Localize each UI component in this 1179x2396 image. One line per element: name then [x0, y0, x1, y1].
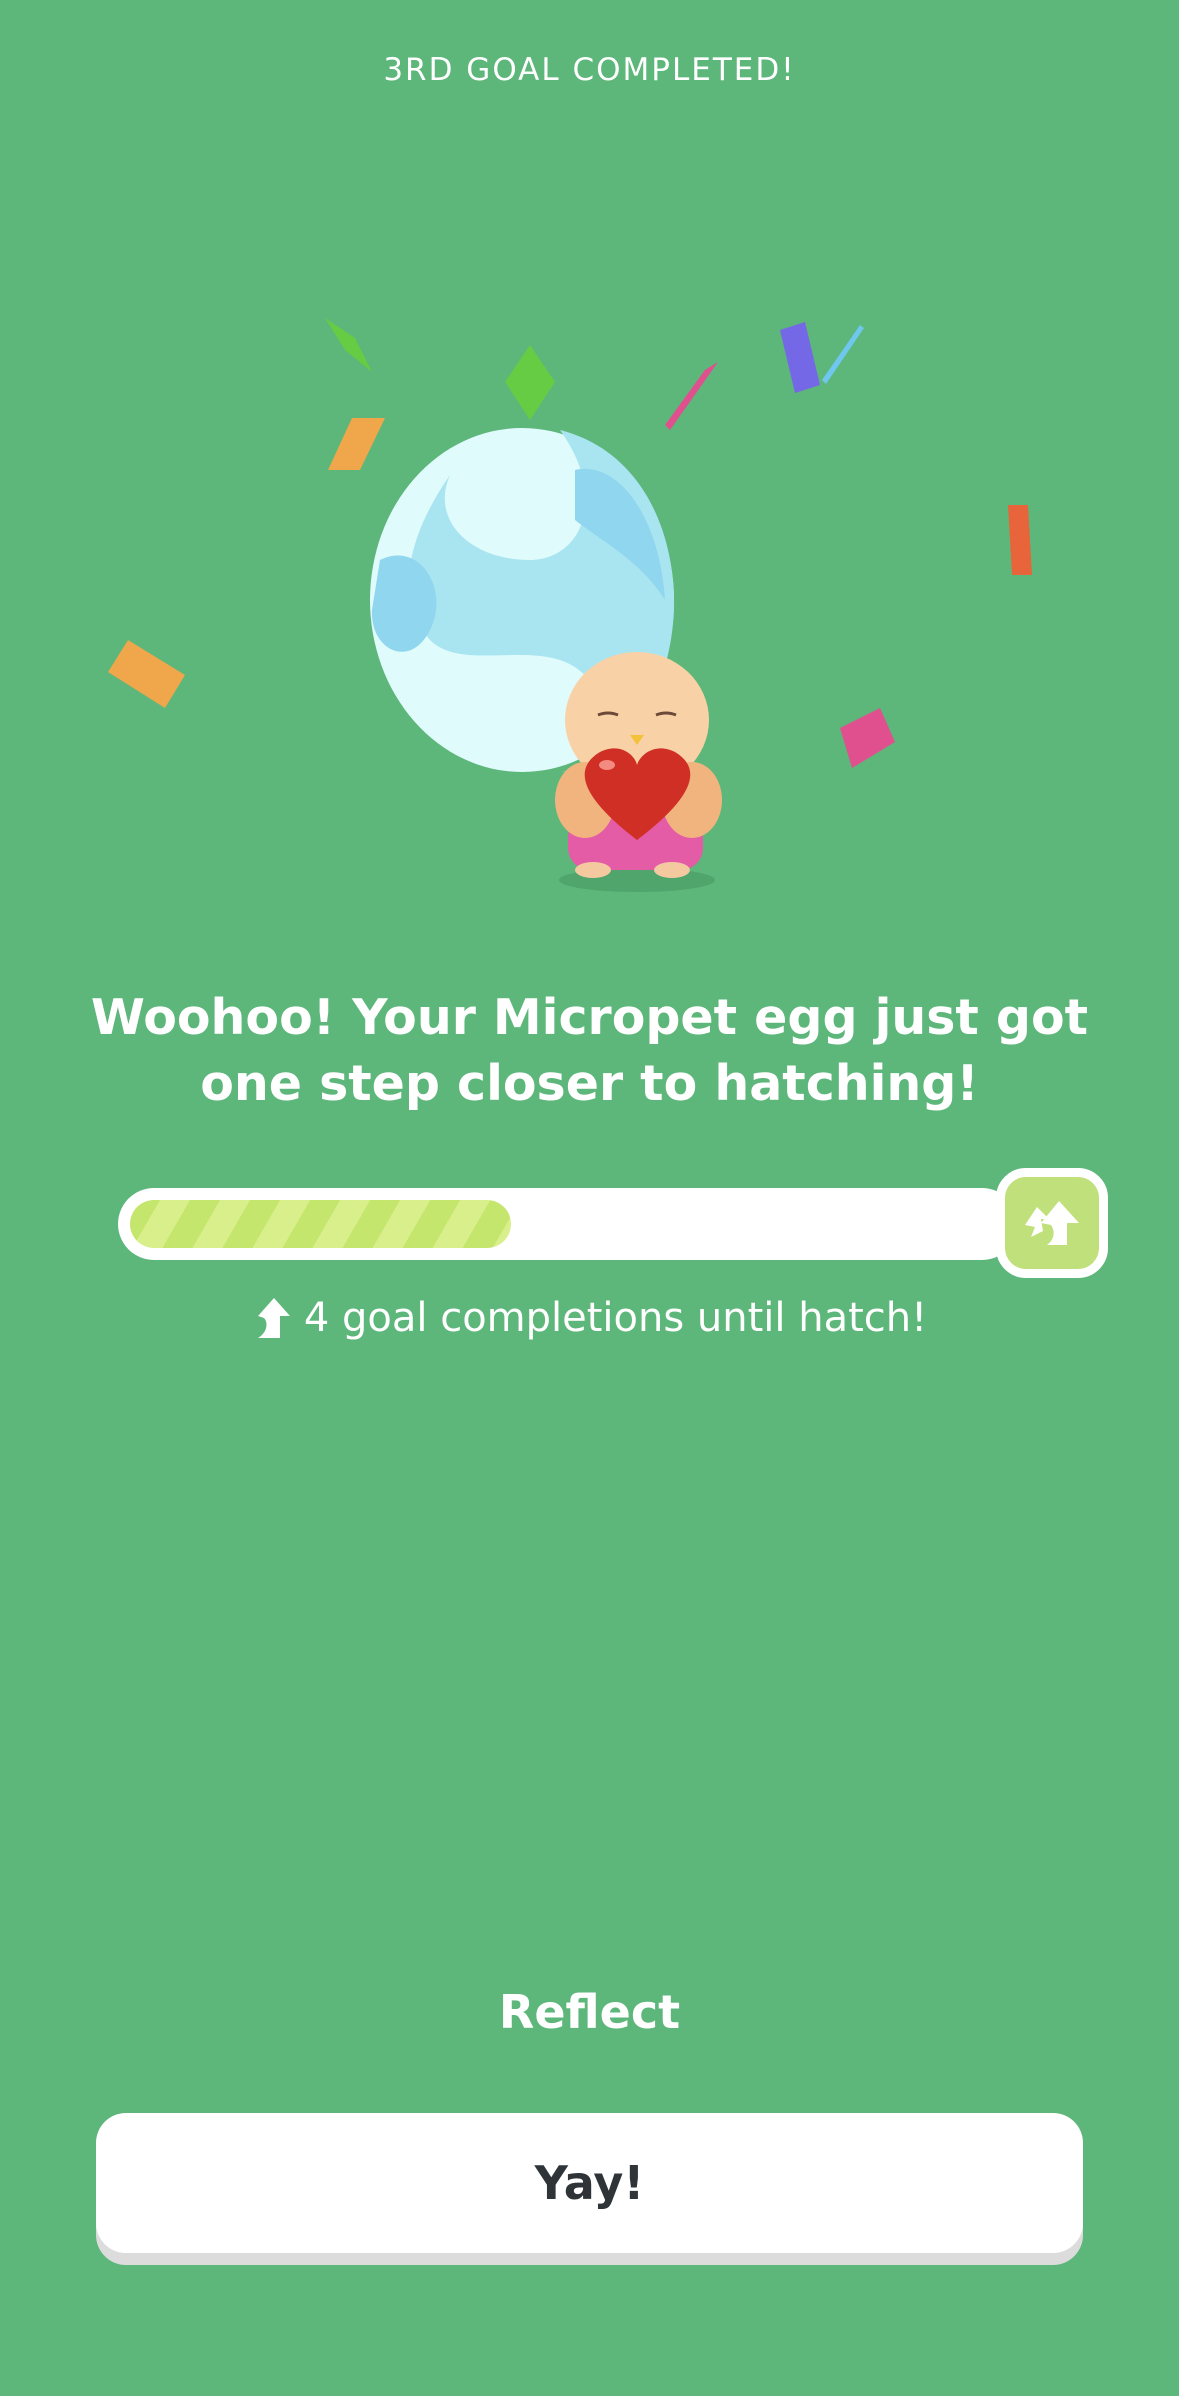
- reflect-link[interactable]: Reflect: [0, 1985, 1179, 2039]
- progress-track: [118, 1188, 1018, 1260]
- hatch-arrows-icon: [1025, 1201, 1079, 1245]
- progress-fill: [130, 1200, 511, 1248]
- hatch-badge: [996, 1168, 1108, 1278]
- hatch-progress-message: Woohoo! Your Micropet egg just got one s…: [90, 989, 1089, 1112]
- hatch-progress-bar: [118, 1168, 1108, 1278]
- hatch-remaining-text: 4 goal completions until hatch!: [303, 1295, 928, 1341]
- yay-button[interactable]: Yay!: [96, 2113, 1083, 2253]
- hero-illustration: [108, 318, 1032, 892]
- micropet: [555, 652, 722, 892]
- hatch-arrow-icon: [257, 1298, 290, 1338]
- hatch-remaining-info: 4 goal completions until hatch!: [0, 1295, 1179, 1341]
- goal-completed-label: 3RD GOAL COMPLETED!: [383, 52, 796, 88]
